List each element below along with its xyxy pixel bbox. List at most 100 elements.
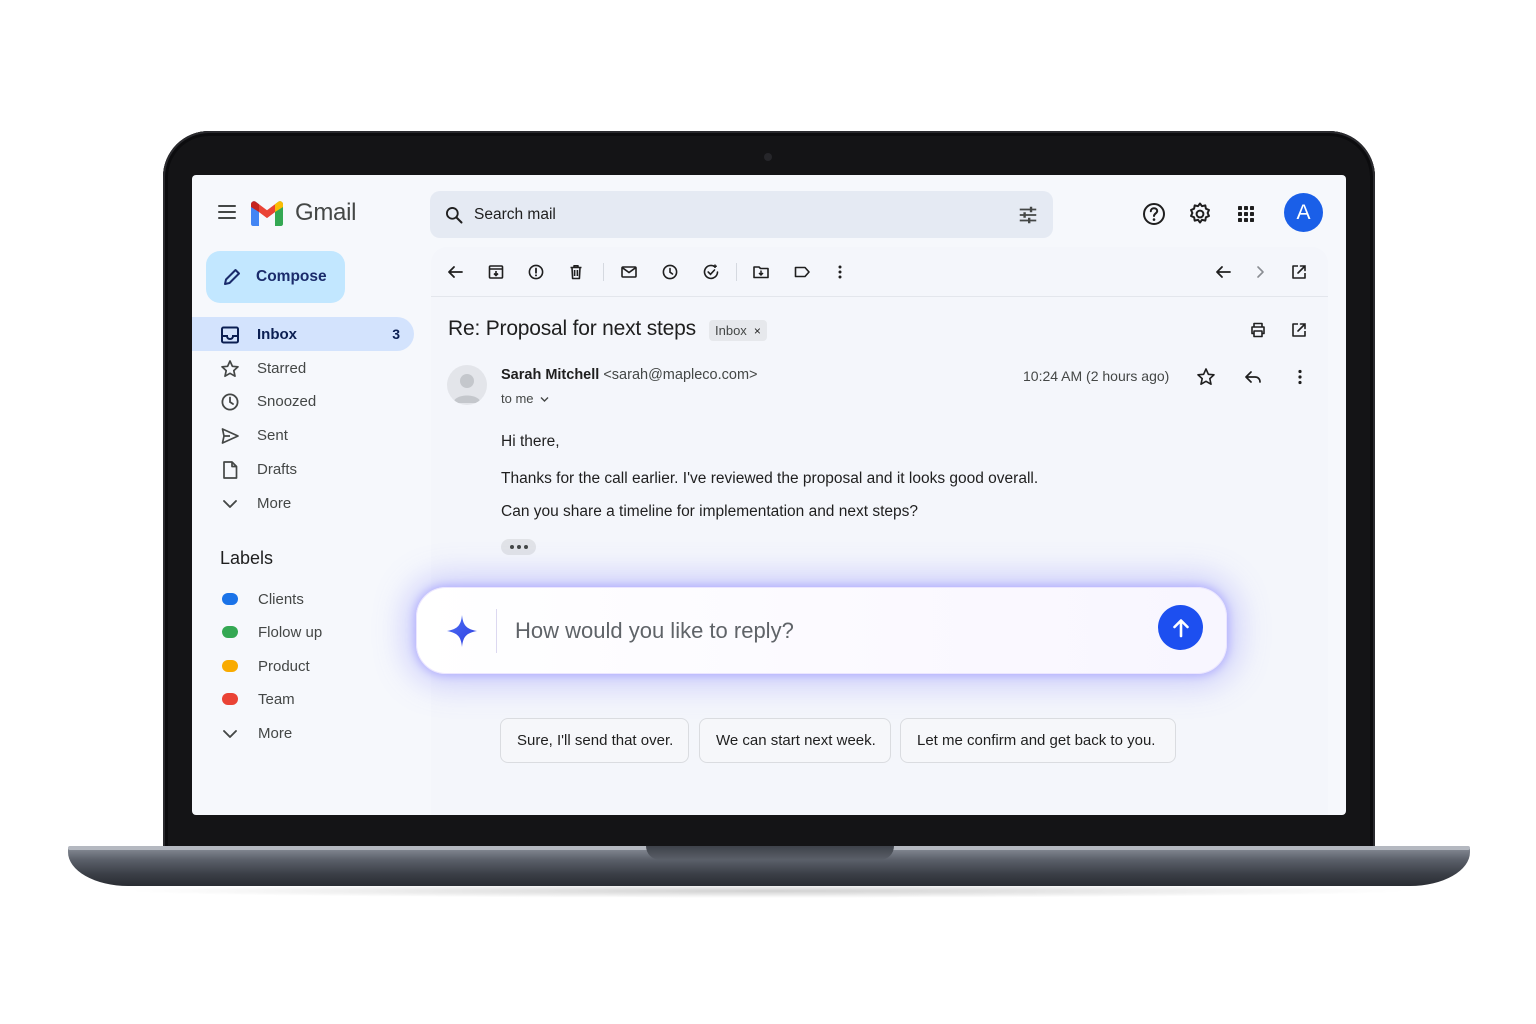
sidebar-item-label: More [257, 494, 292, 512]
star-icon[interactable] [1196, 367, 1216, 387]
more-vert-icon[interactable] [1290, 367, 1310, 387]
account-avatar[interactable]: A [1284, 193, 1323, 232]
toolbar-divider-line [431, 296, 1328, 297]
report-spam-icon[interactable] [527, 263, 545, 281]
inbox-label-chip: Inbox × [709, 320, 767, 341]
older-icon[interactable] [1251, 263, 1269, 281]
tune-icon[interactable] [1017, 204, 1039, 226]
label-item-follow-up[interactable]: Flolow up [192, 615, 414, 649]
pencil-icon [224, 269, 240, 285]
webcam [764, 153, 772, 161]
print-icon[interactable] [1249, 321, 1267, 339]
sidebar-item-label: Sent [257, 426, 288, 444]
label-name: Clients [258, 590, 304, 608]
send-icon [221, 428, 239, 444]
toolbar-divider [736, 263, 737, 281]
email-body-line: Hi there, [501, 433, 560, 450]
email-body-line: Can you share a timeline for implementat… [501, 503, 919, 520]
sidebar-item-inbox[interactable]: Inbox 3 [192, 317, 414, 351]
clock-icon [221, 393, 239, 411]
gmail-window: Gmail Search mail A Compose Inbox 3 Star… [192, 175, 1346, 815]
email-timestamp: 10:24 AM (2 hours ago) [1023, 368, 1170, 384]
apps-icon[interactable] [1233, 201, 1259, 227]
recipients-toggle[interactable]: to me [501, 391, 549, 406]
sidebar-item-starred[interactable]: Starred [192, 351, 414, 385]
sidebar-item-label: Snoozed [257, 392, 317, 410]
label-item-team[interactable]: Team [192, 682, 414, 716]
laptop-lid-notch [646, 846, 894, 860]
label-color-icon [222, 593, 238, 605]
chevron-down-icon [223, 730, 237, 738]
draft-icon [223, 461, 238, 479]
laptop-shadow [120, 884, 1416, 898]
label-item-clients[interactable]: Clients [192, 582, 414, 616]
recipients-label: to me [501, 391, 534, 406]
mark-unread-icon[interactable] [620, 263, 638, 281]
compose-button[interactable]: Compose [206, 251, 345, 303]
snooze-icon[interactable] [661, 263, 679, 281]
sender-avatar [447, 365, 487, 405]
show-trimmed-content-button[interactable] [501, 539, 536, 555]
ai-box-divider [496, 609, 497, 653]
compose-label: Compose [256, 268, 327, 285]
reply-icon[interactable] [1243, 367, 1263, 387]
sidebar-item-more[interactable]: More [192, 486, 414, 520]
open-new-window-icon[interactable] [1290, 263, 1308, 281]
chip-label: Inbox [715, 323, 747, 338]
more-vert-icon[interactable] [831, 263, 849, 281]
move-to-icon[interactable] [752, 263, 770, 281]
star-icon [221, 360, 239, 378]
arrow-up-icon [1172, 618, 1189, 637]
sidebar-item-sent[interactable]: Sent [192, 418, 414, 452]
back-arrow-icon[interactable] [446, 263, 464, 281]
sender-email: <sarah@mapleco.com> [603, 367, 758, 383]
label-color-icon [222, 660, 238, 672]
label-item-more[interactable]: More [192, 716, 414, 750]
label-color-icon [222, 693, 238, 705]
unread-count: 3 [392, 326, 400, 342]
add-to-tasks-icon[interactable] [702, 263, 720, 281]
help-icon[interactable] [1141, 201, 1167, 227]
archive-icon[interactable] [487, 263, 505, 281]
sidebar-item-drafts[interactable]: Drafts [192, 452, 414, 486]
ai-reply-box [416, 587, 1227, 674]
gmail-brand-text: Gmail [295, 199, 357, 226]
ai-reply-input[interactable] [513, 610, 1113, 652]
label-name: Flolow up [258, 623, 323, 641]
label-name: Product [258, 657, 310, 675]
toolbar-divider [603, 263, 604, 281]
newer-icon[interactable] [1214, 263, 1232, 281]
label-name: More [258, 724, 293, 742]
search-bar[interactable] [430, 191, 1053, 238]
email-body-line: Thanks for the call earlier. I've review… [501, 470, 1039, 487]
gear-icon[interactable] [1187, 201, 1213, 227]
chevron-down-icon [540, 397, 549, 402]
label-icon[interactable] [793, 263, 811, 281]
menu-icon[interactable] [218, 205, 236, 219]
sidebar-item-label: Inbox [257, 325, 297, 343]
label-name: Team [258, 690, 295, 708]
chevron-down-icon [223, 500, 237, 508]
label-item-product[interactable]: Product [192, 649, 414, 683]
suggested-reply-button[interactable]: We can start next week. [699, 718, 891, 763]
search-icon[interactable] [444, 205, 464, 225]
label-color-icon [222, 626, 238, 638]
remove-label-icon[interactable]: × [754, 324, 761, 338]
inbox-icon [221, 326, 239, 344]
sender-name: Sarah Mitchell [501, 367, 600, 383]
top-bar: Gmail Search mail A [192, 175, 1346, 253]
suggested-reply-button[interactable]: Sure, I'll send that over. [500, 718, 689, 763]
sparkle-icon [447, 615, 477, 647]
delete-icon[interactable] [567, 263, 585, 281]
sidebar-item-snoozed[interactable]: Snoozed [192, 384, 414, 418]
suggested-reply-button[interactable]: Let me confirm and get back to you. [900, 718, 1176, 763]
search-input[interactable] [472, 191, 992, 238]
sidebar-item-label: Drafts [257, 460, 298, 478]
sidebar-item-label: Starred [257, 359, 307, 377]
email-subject: Re: Proposal for next steps [448, 317, 696, 340]
send-reply-button[interactable] [1158, 605, 1203, 650]
labels-heading: Labels [220, 548, 274, 568]
person-icon [453, 374, 481, 403]
sender-line: Sarah Mitchell <sarah@mapleco.com> [501, 367, 758, 383]
open-in-new-icon[interactable] [1290, 321, 1308, 339]
